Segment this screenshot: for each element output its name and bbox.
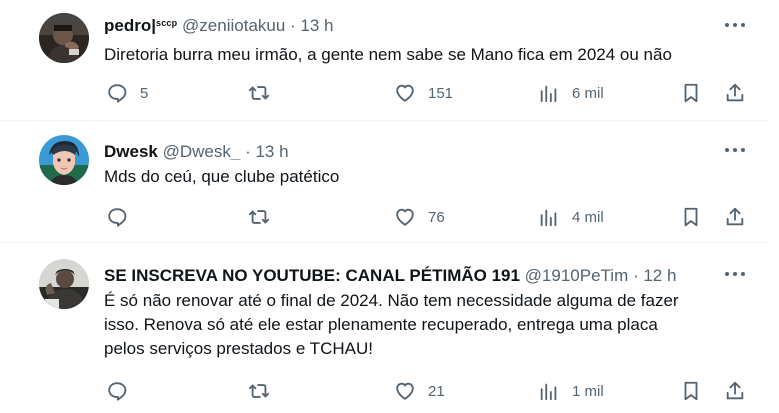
- tweet-actions: 5 151 6 mil: [104, 80, 754, 106]
- views-chart-icon: [540, 85, 557, 103]
- reply-button[interactable]: 5: [106, 80, 148, 106]
- like-button[interactable]: 21: [394, 378, 445, 404]
- bookmark-icon: [684, 83, 698, 103]
- retweet-button[interactable]: [248, 204, 282, 230]
- share-button[interactable]: [724, 204, 746, 230]
- name-badge: sccp: [155, 18, 178, 28]
- tweet-2[interactable]: Dwesk @Dwesk_ · 13 h Mds do ceú, que clu…: [0, 121, 769, 243]
- reply-button[interactable]: [106, 378, 140, 404]
- views-count: 1 mil: [572, 382, 604, 400]
- more-dots-icon[interactable]: [724, 145, 746, 155]
- timestamp[interactable]: 13 h: [300, 16, 333, 34]
- bookmark-icon: [684, 207, 698, 227]
- avatar-petimao-image: [39, 259, 89, 309]
- views-chart-icon: [540, 383, 557, 401]
- display-name[interactable]: SE INSCREVA NO YOUTUBE: CANAL PÉTIMÃO 19…: [104, 266, 520, 284]
- separator-dot: ·: [285, 16, 301, 34]
- tweet-text: Mds do ceú, que clube patético: [104, 167, 340, 186]
- avatar-pedro-image: [39, 13, 89, 63]
- views-count: 4 mil: [572, 208, 604, 226]
- user-handle[interactable]: @zeniiotakuu: [182, 16, 285, 34]
- reply-icon: [108, 84, 127, 103]
- views-button[interactable]: 6 mil: [538, 80, 604, 106]
- reply-icon: [108, 208, 127, 227]
- views-chart-icon: [540, 209, 557, 227]
- retweet-button[interactable]: [248, 378, 282, 404]
- timeline-feed: pedro|sccp @zeniiotakuu · 13 h Diretoria…: [0, 0, 779, 413]
- user-handle[interactable]: @1910PeTim: [525, 266, 629, 284]
- views-button[interactable]: 4 mil: [538, 204, 604, 230]
- more-dots-icon[interactable]: [724, 20, 746, 30]
- tweet-2-header: Dwesk @Dwesk_ · 13 h: [104, 138, 714, 160]
- like-count: 151: [428, 84, 454, 102]
- reply-icon: [108, 382, 127, 401]
- views-button[interactable]: 1 mil: [538, 378, 604, 404]
- timestamp[interactable]: 12 h: [643, 266, 676, 284]
- tweet-actions: 76 4 mil: [104, 204, 754, 230]
- avatar-petimao[interactable]: [39, 259, 89, 309]
- share-icon: [726, 381, 744, 400]
- bookmark-button[interactable]: [680, 378, 702, 404]
- like-button[interactable]: 151: [394, 80, 453, 106]
- avatar-pedro[interactable]: [39, 13, 89, 63]
- heart-icon: [396, 208, 414, 226]
- like-count: 21: [428, 382, 445, 400]
- reply-button[interactable]: [106, 204, 140, 230]
- like-count: 76: [428, 208, 445, 226]
- avatar-dwesk-image: [39, 135, 89, 185]
- share-icon: [726, 83, 744, 102]
- reply-count: 5: [140, 84, 149, 102]
- retweet-icon: [248, 86, 270, 100]
- tweet-1-header: pedro|sccp @zeniiotakuu · 13 h: [104, 12, 714, 34]
- views-count: 6 mil: [572, 84, 604, 102]
- heart-icon: [396, 382, 414, 400]
- display-name[interactable]: pedro|: [104, 16, 156, 34]
- bookmark-button[interactable]: [680, 80, 702, 106]
- bookmark-button[interactable]: [680, 204, 702, 230]
- retweet-button[interactable]: [248, 80, 282, 106]
- tweet-actions: 21 1 mil: [104, 378, 754, 404]
- more-dots-icon[interactable]: [724, 269, 746, 279]
- display-name[interactable]: Dwesk: [104, 142, 158, 160]
- timestamp[interactable]: 13 h: [255, 142, 288, 160]
- avatar-dwesk[interactable]: [39, 135, 89, 185]
- bookmark-icon: [684, 381, 698, 401]
- retweet-icon: [248, 210, 270, 224]
- separator-dot: ·: [628, 266, 644, 284]
- tweet-text: Diretoria burra meu irmão, a gente nem s…: [104, 45, 672, 64]
- share-button[interactable]: [724, 378, 746, 404]
- tweet-text: É só não renovar até o final de 2024. Nã…: [104, 291, 679, 358]
- user-handle[interactable]: @Dwesk_: [163, 142, 241, 160]
- share-icon: [726, 207, 744, 226]
- heart-icon: [396, 84, 414, 102]
- retweet-icon: [248, 384, 270, 398]
- separator-dot: ·: [240, 142, 256, 160]
- tweet-3-header: SE INSCREVA NO YOUTUBE: CANAL PÉTIMÃO 19…: [104, 262, 722, 284]
- tweet-3[interactable]: SE INSCREVA NO YOUTUBE: CANAL PÉTIMÃO 19…: [0, 243, 769, 413]
- like-button[interactable]: 76: [394, 204, 445, 230]
- tweet-1[interactable]: pedro|sccp @zeniiotakuu · 13 h Diretoria…: [0, 0, 769, 121]
- share-button[interactable]: [724, 80, 746, 106]
